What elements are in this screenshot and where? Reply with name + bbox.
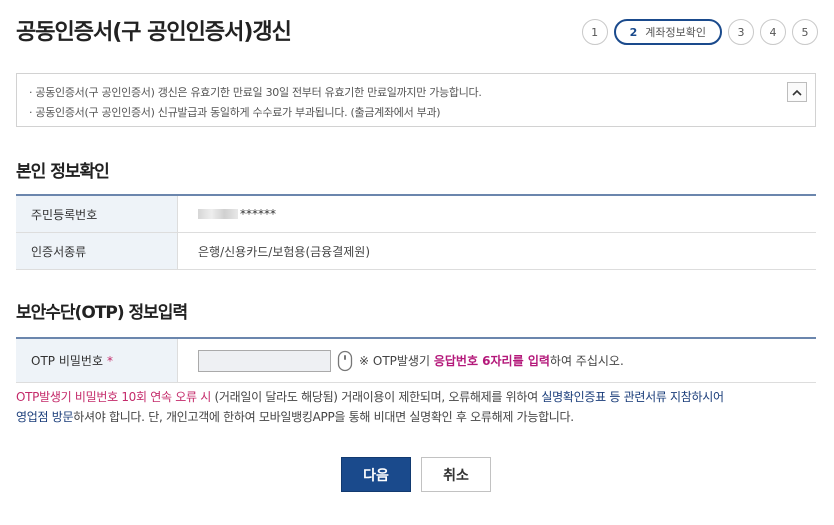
cancel-button[interactable]: 취소 <box>421 457 491 492</box>
otp-label-text: OTP 비밀번호 <box>31 354 103 368</box>
page-title: 공동인증서(구 공인인증서)갱신 <box>16 20 292 45</box>
step-4: 4 <box>760 19 786 45</box>
identity-table: 주민등록번호 ****** 인증서종류 은행/신용카드/보험용(금융결제원) <box>16 194 816 270</box>
step-2-number: 2 <box>629 25 638 39</box>
notice-box: · 공동인증서(구 공인인증서) 갱신은 유효기한 만료일 30일 전부터 유효… <box>16 73 816 127</box>
warning-part-4: 영업점 방문 <box>16 410 74 424</box>
required-mark: * <box>107 353 113 368</box>
mouse-icon[interactable] <box>337 350 353 372</box>
otp-section-title: 보안수단(OTP) 정보입력 <box>16 303 188 323</box>
warning-part-3: 실명확인증표 등 관련서류 지참하시어 <box>541 390 724 404</box>
step-2-current: 2 계좌정보확인 <box>613 19 722 45</box>
notice-line-2: · 공동인증서(구 공인인증서) 신규발급과 동일하게 수수료가 부과됩니다. … <box>29 106 441 119</box>
table-row: OTP 비밀번호 * ※ OTP발생기 응답번호 6자리를 입력하여 주십시오. <box>16 339 816 383</box>
resident-number-mask: ****** <box>240 207 276 221</box>
otp-password-input[interactable] <box>198 349 331 372</box>
warning-part-5: 하셔야 합니다. 단, 개인고객에 한하여 모바일뱅킹APP을 통해 비대면 실… <box>73 410 574 424</box>
cert-type-value: 은행/신용카드/보험용(금융결제원) <box>198 244 371 259</box>
notice-collapse-button[interactable] <box>787 82 807 102</box>
notice-line-1: · 공동인증서(구 공인인증서) 갱신은 유효기한 만료일 30일 전부터 유효… <box>29 86 482 99</box>
warning-part-2: (거래일이 달라도 해당됨) 거래이용이 제한되며, 오류해제를 위하여 <box>210 390 542 404</box>
step-1: 1 <box>581 19 608 45</box>
resident-number-value: ****** <box>178 196 816 232</box>
otp-input-cell: ※ OTP발생기 응답번호 6자리를 입력하여 주십시오. <box>178 339 816 382</box>
step-indicator: 1 2 계좌정보확인 3 4 5 <box>581 19 818 45</box>
otp-table: OTP 비밀번호 * ※ OTP발생기 응답번호 6자리를 입력하여 주십시오. <box>16 337 816 383</box>
step-5: 5 <box>792 19 818 45</box>
otp-help-suffix: 하여 주십시오. <box>549 354 624 368</box>
cert-type-label: 인증서종류 <box>16 233 178 269</box>
masked-digits <box>198 209 238 219</box>
otp-help-prefix: ※ OTP발생기 <box>359 354 434 368</box>
table-row: 주민등록번호 ****** <box>16 196 816 233</box>
otp-warning-text: OTP발생기 비밀번호 10회 연속 오류 시 (거래일이 달라도 해당됨) 거… <box>16 387 821 427</box>
step-3: 3 <box>728 19 754 45</box>
otp-help-highlight: 응답번호 6자리를 입력 <box>433 354 550 368</box>
table-row: 인증서종류 은행/신용카드/보험용(금융결제원) <box>16 233 816 270</box>
resident-number-label: 주민등록번호 <box>16 196 178 232</box>
chevron-up-icon <box>792 89 802 96</box>
step-2-label: 계좌정보확인 <box>645 26 706 39</box>
warning-part-1: OTP발생기 비밀번호 10회 연속 오류 시 <box>16 390 211 404</box>
identity-section-title: 본인 정보확인 <box>16 162 110 182</box>
next-button[interactable]: 다음 <box>341 457 411 492</box>
otp-help-text: ※ OTP발생기 응답번호 6자리를 입력하여 주십시오. <box>359 352 624 369</box>
otp-password-label: OTP 비밀번호 * <box>16 339 178 382</box>
